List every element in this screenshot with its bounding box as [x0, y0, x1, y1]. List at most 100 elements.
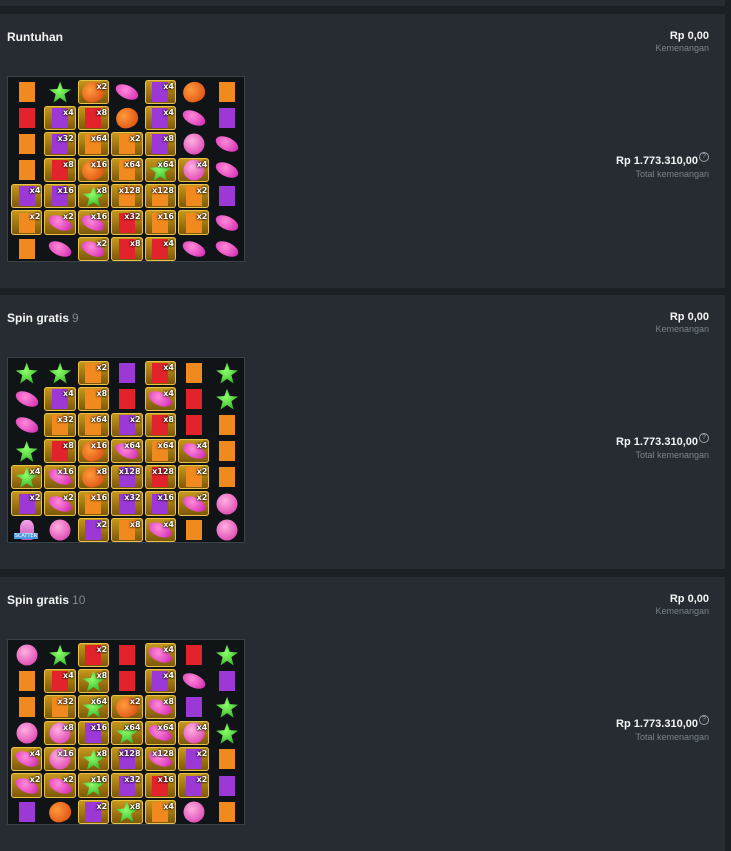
grid-cell: x2	[110, 412, 143, 438]
grid-cell: x8	[77, 105, 110, 131]
multiplier-label: x8	[63, 160, 74, 170]
grid-cell	[210, 79, 243, 105]
multiplier-label: x4	[163, 389, 174, 399]
grid-cell: x2	[177, 464, 210, 490]
grid-cell	[110, 79, 143, 105]
star-symbol-icon	[216, 722, 239, 744]
candy-symbol-icon	[213, 211, 241, 234]
bear-orange-symbol-icon	[219, 441, 236, 462]
grid-cell	[177, 78, 210, 106]
grid-cell: x8	[43, 438, 76, 464]
multiplier-label: x32	[57, 134, 74, 144]
grid-cell	[210, 799, 243, 825]
multiplier-label: x2	[96, 238, 108, 248]
grid-cell: x4	[10, 183, 43, 209]
multiplier-label: x8	[96, 749, 108, 759]
grid-cell: x2	[77, 78, 110, 106]
star-symbol-icon	[216, 388, 239, 410]
multiplier-label: x4	[196, 441, 208, 451]
grid-cell: x2	[77, 517, 110, 543]
bear-purple-symbol-icon	[219, 186, 236, 207]
ball-symbol-icon	[216, 493, 238, 515]
bear-purple-symbol-icon	[18, 801, 35, 822]
multiplier-label: x4	[196, 160, 208, 170]
candy-symbol-icon	[213, 133, 241, 156]
multiplier-label: x2	[29, 493, 41, 503]
round-panel-cascade: Runtuhan Rp 0,00 Kemenangan x2 x4 x4 x8 x4 x3…	[0, 14, 725, 288]
grid-cell	[110, 360, 143, 386]
multiplier-label: x8	[163, 697, 174, 707]
multiplier-label: x4	[163, 108, 174, 118]
bear-orange-symbol-icon	[219, 82, 236, 103]
grid-cell: x8	[144, 694, 177, 720]
grid-cell: x8	[77, 464, 110, 491]
grid-cell: x8	[144, 131, 177, 157]
candy-symbol-icon	[213, 237, 241, 260]
grid-cell: x8	[77, 746, 110, 772]
round-win-amount: Rp 0,00	[669, 30, 709, 42]
bear-orange-symbol-icon	[185, 519, 202, 540]
grid-cell: x32	[43, 412, 76, 438]
multiplier-label: x16	[57, 467, 74, 477]
grid-cell: x64	[110, 157, 143, 183]
grid-cell: x64	[110, 438, 143, 464]
grid-cell	[10, 412, 43, 438]
multiplier-label: x64	[157, 441, 174, 451]
grid-cell	[177, 105, 210, 131]
bear-orange-symbol-icon	[18, 671, 35, 692]
symbol-grid: x2 x4 x4 x8 x4 x32 x64 x2 x8 x8 x16 x64 x64 x4 x4 x16 x8…	[10, 78, 244, 262]
round-panel-free-spin-10: Spin gratis 10 Rp 0,00 Kemenangan x2 x4 x4 x…	[0, 577, 725, 851]
candy-symbol-icon	[13, 414, 41, 437]
multiplier-label: x2	[96, 801, 108, 811]
multiplier-label: x16	[57, 749, 74, 759]
multiplier-label: x8	[96, 186, 108, 196]
round-title: Spin gratis 10	[7, 593, 86, 607]
grid-cell: x8	[77, 183, 110, 209]
grid-cell: x2	[10, 772, 43, 798]
multiplier-label: x8	[63, 723, 74, 733]
grid-cell: x4	[144, 360, 177, 386]
grid-cell: x128	[144, 464, 177, 490]
grid-cell: x4	[43, 105, 76, 131]
grid-cell	[177, 386, 210, 412]
grid-cell: x2	[10, 490, 43, 516]
multiplier-label: x2	[96, 645, 108, 654]
help-icon[interactable]: ?	[699, 152, 709, 162]
grid-cell	[10, 157, 43, 183]
multiplier-label: x64	[124, 723, 141, 733]
grid-cell: x2	[43, 209, 76, 235]
help-icon[interactable]: ?	[699, 715, 709, 725]
multiplier-label: x2	[63, 775, 74, 785]
game-board: x2 x4 x4 x8 x4 x32 x64 x2 x8 x8 x16 x64 x64 x4 x4 x16 x8…	[7, 357, 245, 543]
grid-cell	[43, 360, 76, 386]
bear-red-symbol-icon	[118, 645, 135, 666]
grid-cell	[10, 799, 43, 825]
round-win-amount: Rp 0,00	[669, 593, 709, 605]
grid-cell	[43, 798, 76, 825]
multiplier-label: x4	[29, 186, 41, 196]
grid-cell: x2	[10, 209, 43, 235]
grid-cell: x32	[110, 772, 143, 798]
ball-symbol-icon	[183, 133, 205, 155]
multiplier-label: x8	[129, 238, 141, 248]
grid-cell	[43, 517, 76, 543]
multiplier-label: x64	[90, 134, 108, 144]
candy-symbol-icon	[180, 670, 208, 693]
multiplier-label: x16	[90, 160, 108, 170]
grid-cell: x4	[10, 464, 43, 490]
help-icon[interactable]: ?	[699, 433, 709, 443]
grid-cell: x2	[177, 746, 210, 772]
heart-symbol-icon	[46, 798, 74, 825]
multiplier-label: x32	[124, 493, 141, 503]
grid-cell: x16	[144, 209, 177, 235]
grid-cell: x8	[77, 386, 110, 412]
multiplier-label: x128	[152, 186, 174, 196]
multiplier-label: x4	[163, 645, 174, 654]
total-win-amount: Rp 1.773.310,00?	[616, 152, 709, 167]
grid-cell: x2	[177, 209, 210, 235]
grid-cell: x64	[144, 157, 177, 183]
grid-cell	[210, 746, 243, 772]
multiplier-label: x2	[196, 467, 208, 477]
multiplier-label: x128	[118, 749, 141, 759]
multiplier-label: x128	[118, 467, 141, 477]
